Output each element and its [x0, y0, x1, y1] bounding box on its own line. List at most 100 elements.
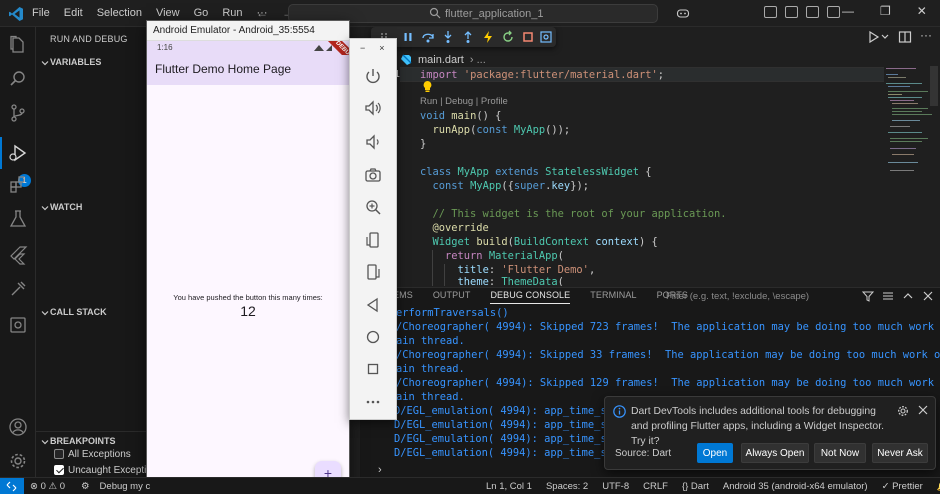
customize-layout-icon[interactable]: [827, 6, 840, 18]
notification-close-icon[interactable]: [917, 404, 929, 416]
close-window-icon[interactable]: ✕: [917, 4, 927, 18]
toggle-panel-icon[interactable]: [785, 6, 798, 18]
variables-section-header[interactable]: VARIABLES: [36, 53, 150, 73]
breadcrumb-symbol[interactable]: › ...: [470, 54, 486, 66]
volume-up-icon[interactable]: [364, 99, 382, 117]
rotate-left-icon[interactable]: [364, 231, 382, 249]
extensions-icon[interactable]: [8, 175, 28, 195]
phone-screen[interactable]: 1:16 DEBUG Flutter Demo Home Page You ha…: [147, 41, 349, 491]
console-filter-input[interactable]: [660, 288, 836, 305]
watch-section-header[interactable]: WATCH: [36, 198, 150, 218]
call-stack-section-header[interactable]: CALL STACK: [36, 303, 150, 323]
debug-config-status[interactable]: Debug my c: [100, 481, 151, 492]
tab-terminal[interactable]: TERMINAL: [590, 290, 636, 304]
remote-explorer-icon[interactable]: [8, 315, 28, 335]
menu-go[interactable]: Go: [194, 7, 209, 19]
code-line[interactable]: import 'package:flutter/material.dart';: [420, 69, 664, 81]
testing-icon[interactable]: [8, 209, 28, 229]
split-editor-icon[interactable]: [898, 30, 912, 44]
code-line[interactable]: runApp(const MyApp());: [420, 124, 571, 136]
always-open-button[interactable]: Always Open: [741, 443, 809, 463]
never-ask-button[interactable]: Never Ask: [872, 443, 928, 463]
rotate-right-icon[interactable]: [364, 263, 382, 281]
source-control-icon[interactable]: [8, 103, 28, 123]
pause-icon[interactable]: [401, 30, 415, 44]
step-out-icon[interactable]: [461, 30, 475, 44]
lightbulb-icon[interactable]: [422, 80, 433, 93]
code-line[interactable]: class MyApp extends StatelessWidget {: [420, 166, 652, 178]
zoom-icon[interactable]: [364, 198, 382, 216]
menu-view[interactable]: View: [156, 7, 180, 19]
code-line[interactable]: const MyApp({super.key});: [420, 180, 589, 192]
minimap[interactable]: [884, 66, 936, 216]
code-line[interactable]: @override: [420, 222, 489, 234]
open-devtools-icon[interactable]: [539, 30, 553, 44]
breadcrumb-file[interactable]: main.dart: [418, 54, 464, 66]
language-mode[interactable]: {} Dart: [682, 481, 709, 492]
emulator-close-button[interactable]: ×: [379, 43, 384, 53]
flutter-device[interactable]: Android 35 (android-x64 emulator): [723, 481, 868, 492]
emulator-minimize-button[interactable]: −: [360, 43, 365, 53]
tab-output[interactable]: OUTPUT: [433, 290, 471, 304]
encoding[interactable]: UTF-8: [602, 481, 629, 492]
code-line[interactable]: // This widget is the root of your appli…: [420, 208, 727, 220]
code-line[interactable]: title: 'Flutter Demo',: [420, 264, 596, 276]
restore-window-icon[interactable]: ❐: [880, 4, 891, 18]
step-over-icon[interactable]: [421, 30, 435, 44]
uncaught-exception-checkbox[interactable]: [54, 465, 64, 475]
explorer-icon[interactable]: [8, 35, 28, 55]
filter-funnel-icon[interactable]: [862, 290, 874, 302]
all-exceptions-checkbox[interactable]: [54, 449, 64, 459]
back-arrow-icon[interactable]: ←: [256, 6, 268, 20]
editor-scrollbar[interactable]: [930, 66, 938, 106]
flutter-icon[interactable]: [8, 245, 28, 265]
toggle-sidebar-icon[interactable]: [764, 6, 777, 18]
cursor-position[interactable]: Ln 1, Col 1: [486, 481, 532, 492]
open-button[interactable]: Open: [697, 443, 733, 463]
stop-icon[interactable]: [521, 30, 535, 44]
menu-edit[interactable]: Edit: [64, 7, 83, 19]
maximize-panel-icon[interactable]: [902, 290, 914, 302]
more-actions-icon[interactable]: ···: [920, 28, 932, 42]
emulator-titlebar[interactable]: Android Emulator - Android_35:5554: [147, 21, 349, 41]
not-now-button[interactable]: Not Now: [814, 443, 866, 463]
minimize-window-icon[interactable]: —: [842, 4, 854, 18]
restart-icon[interactable]: [501, 30, 515, 44]
tab-debug-console[interactable]: DEBUG CONSOLE: [490, 290, 571, 304]
search-view-icon[interactable]: [8, 69, 28, 89]
problems-status[interactable]: ⊗ 0 ⚠ 0: [30, 481, 65, 492]
code-line[interactable]: }: [420, 138, 426, 150]
power-icon[interactable]: [364, 67, 382, 85]
more-options-icon[interactable]: [364, 393, 382, 411]
screenshot-camera-icon[interactable]: [364, 166, 382, 184]
menu-run[interactable]: Run: [222, 7, 242, 19]
breakpoint-all-exceptions[interactable]: All Exceptions: [54, 447, 131, 461]
clear-console-icon[interactable]: [882, 290, 894, 302]
notification-settings-gear-icon[interactable]: [897, 405, 909, 417]
code-line[interactable]: Widget build(BuildContext context) {: [420, 236, 658, 248]
copilot-icon[interactable]: [676, 6, 690, 20]
run-and-debug-icon[interactable]: [8, 143, 28, 163]
menu-selection[interactable]: Selection: [97, 7, 142, 19]
volume-down-icon[interactable]: [364, 133, 382, 151]
hot-reload-icon[interactable]: [481, 30, 495, 44]
run-debug-split-icon[interactable]: [868, 30, 890, 44]
indentation[interactable]: Spaces: 2: [546, 481, 588, 492]
home-circle-icon[interactable]: [364, 328, 382, 346]
code-line[interactable]: return MaterialApp(: [420, 250, 564, 262]
back-triangle-icon[interactable]: [364, 296, 382, 314]
remote-indicator[interactable]: [0, 478, 24, 494]
menu-file[interactable]: File: [32, 7, 50, 19]
end-of-line[interactable]: CRLF: [643, 481, 668, 492]
manage-gear-icon[interactable]: [8, 451, 28, 471]
overview-square-icon[interactable]: [364, 360, 382, 378]
breakpoint-uncaught-exception[interactable]: Uncaught Exception: [54, 463, 158, 477]
console-prompt[interactable]: ›: [378, 464, 382, 476]
code-line[interactable]: theme: ThemeData(: [420, 276, 564, 286]
accounts-icon[interactable]: [8, 417, 28, 437]
step-into-icon[interactable]: [441, 30, 455, 44]
toggle-secondary-sidebar-icon[interactable]: [806, 6, 819, 18]
close-panel-icon[interactable]: [922, 290, 934, 302]
code-line[interactable]: void main() {: [420, 110, 501, 122]
codelens-run-debug[interactable]: Run | Debug | Profile: [420, 96, 508, 107]
